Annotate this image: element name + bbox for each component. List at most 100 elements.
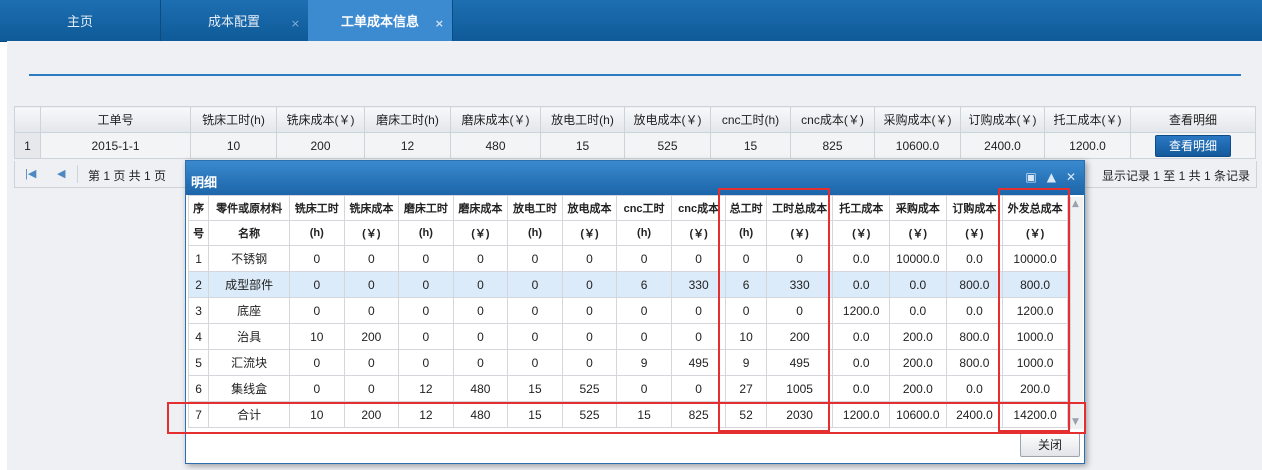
- detail-header-row: 序零件或原材料 铣床工时 铣床成本 磨床工时 磨床成本 放电工时 放电成本 cnc工时 cnc成…: [188, 195, 1068, 221]
- detail-cell: 0: [670, 375, 727, 402]
- detail-cell: 0: [452, 271, 509, 298]
- detail-row[interactable]: 2 成型部件 0 0 0 0 0 0 6 330 6 330 0.0 0.0 800.0 800.0: [188, 271, 1068, 298]
- column-header[interactable]: 查看明细: [1130, 106, 1256, 133]
- column-header-index: [14, 106, 41, 133]
- detail-cell: 825: [670, 401, 727, 428]
- table-cell: 12: [364, 132, 451, 159]
- detail-cell: 1: [188, 245, 210, 272]
- detail-cell: 495: [765, 349, 834, 376]
- detail-cell: 0.0: [832, 323, 891, 350]
- detail-cell: 0: [616, 375, 672, 402]
- detail-cell: 集线盒: [208, 375, 291, 402]
- detail-row[interactable]: 4 治具 10 200 0 0 0 0 0 0 10 200 0.0 200.0 800.0 1000.0: [188, 323, 1068, 350]
- detail-cell: 6: [188, 375, 210, 402]
- column-header[interactable]: 托工成本(￥): [1044, 106, 1131, 133]
- detail-column-header: 订购成本: [945, 195, 1004, 221]
- detail-cell: 0: [765, 245, 834, 272]
- tab-work-order-cost[interactable]: 工单成本信息 ×: [308, 0, 453, 41]
- detail-cell: 1000.0: [1002, 349, 1068, 376]
- maximize-icon[interactable]: ▣: [1025, 170, 1036, 184]
- detail-cell: 0: [289, 349, 345, 376]
- view-details-button[interactable]: 查看明细: [1155, 134, 1231, 157]
- scroll-up-icon[interactable]: ▲: [1072, 199, 1079, 209]
- detail-cell: 0: [343, 349, 400, 376]
- detail-cell: 1200.0: [832, 297, 891, 324]
- detail-cell: 0: [289, 375, 345, 402]
- tab-cost-config[interactable]: 成本配置 ×: [160, 0, 309, 41]
- detail-column-unit: (￥): [561, 220, 618, 246]
- tab-cost-config-label: 成本配置: [207, 15, 260, 30]
- table-row[interactable]: 1 2015-1-1 10 200 12 480 15 525 15 825 10600.0 240…: [14, 132, 1256, 159]
- detail-cell: 0: [507, 297, 563, 324]
- column-header[interactable]: 铣床成本(￥): [276, 106, 365, 133]
- table-cell: 查看明细: [1130, 132, 1256, 159]
- detail-cell: 0: [452, 323, 509, 350]
- detail-cell: 0: [670, 297, 727, 324]
- detail-row[interactable]: 5 汇流块 0 0 0 0 0 0 9 495 9 495 0.0 200.0 800.0 1000.0: [188, 349, 1068, 376]
- table-cell: 15: [710, 132, 791, 159]
- detail-column-header: 放电工时: [507, 195, 563, 221]
- close-icon[interactable]: ✕: [1066, 170, 1076, 184]
- tab-work-order-cost-label: 工单成本信息: [340, 15, 419, 30]
- column-header[interactable]: 放电工时(h): [540, 106, 625, 133]
- detail-column-header: 磨床成本: [452, 195, 509, 221]
- detail-cell: 1200.0: [832, 401, 891, 428]
- detail-column-header: 序: [188, 195, 210, 221]
- detail-cell: 0: [343, 375, 400, 402]
- tab-home-label: 主页: [66, 15, 93, 30]
- column-header[interactable]: 放电成本(￥): [624, 106, 711, 133]
- column-header[interactable]: 采购成本(￥): [874, 106, 961, 133]
- detail-cell: 0: [616, 245, 672, 272]
- detail-column-unit: (h): [725, 220, 767, 246]
- detail-cell: 0: [670, 323, 727, 350]
- detail-cell: 330: [670, 271, 727, 298]
- prev-page-icon[interactable]: ◀: [57, 167, 65, 180]
- column-header[interactable]: 工单号: [40, 106, 191, 133]
- detail-cell: 10: [725, 323, 767, 350]
- column-header[interactable]: 铣床工时(h): [190, 106, 277, 133]
- scroll-down-icon[interactable]: ▼: [1072, 417, 1079, 427]
- detail-column-unit: (￥): [945, 220, 1004, 246]
- detail-cell: 0: [289, 271, 345, 298]
- column-header[interactable]: cnc成本(￥): [790, 106, 875, 133]
- column-header[interactable]: 磨床工时(h): [364, 106, 451, 133]
- detail-column-unit: (h): [289, 220, 345, 246]
- detail-cell: 3: [188, 297, 210, 324]
- dialog-controls: ▣ ▲ ✕: [1015, 170, 1076, 184]
- close-button[interactable]: 关闭: [1020, 433, 1080, 457]
- detail-column-unit: (￥): [889, 220, 947, 246]
- detail-cell: 0.0: [889, 271, 947, 298]
- column-header[interactable]: 磨床成本(￥): [450, 106, 541, 133]
- scrollbar[interactable]: ▲ ▼: [1070, 197, 1083, 429]
- detail-cell: 6: [616, 271, 672, 298]
- detail-row[interactable]: 6 集线盒 0 0 12 480 15 525 0 0 27 1005 0.0 200.0 0.0 200.0: [188, 375, 1068, 402]
- table-cell: 2400.0: [960, 132, 1045, 159]
- column-header[interactable]: 订购成本(￥): [960, 106, 1045, 133]
- collapse-icon[interactable]: ▲: [1047, 170, 1056, 184]
- first-page-icon[interactable]: |◀: [25, 167, 36, 180]
- detail-row[interactable]: 3 底座 0 0 0 0 0 0 0 0 0 0 1200.0 0.0 0.0 1200.0: [188, 297, 1068, 324]
- detail-cell: 0: [343, 245, 400, 272]
- detail-cell: 底座: [208, 297, 291, 324]
- tab-home[interactable]: 主页: [0, 0, 161, 41]
- detail-column-header: cnc工时: [616, 195, 672, 221]
- detail-cell: 0: [561, 245, 618, 272]
- detail-cell: 0: [343, 297, 400, 324]
- detail-cell: 治具: [208, 323, 291, 350]
- detail-column-header: 工时总成本: [765, 195, 834, 221]
- detail-cell: 15: [507, 375, 563, 402]
- column-header[interactable]: cnc工时(h): [710, 106, 791, 133]
- detail-cell: 6: [725, 271, 767, 298]
- detail-cell: 10: [289, 401, 345, 428]
- detail-cell: 9: [616, 349, 672, 376]
- detail-cell: 0: [452, 245, 509, 272]
- detail-row[interactable]: 1 不锈钢 0 0 0 0 0 0 0 0 0 0 0.0 10000.0 0.0 10000.0: [188, 245, 1068, 272]
- detail-column-header: 外发总成本: [1002, 195, 1068, 221]
- record-info: 显示记录 1 至 1 共 1 条记录: [1101, 169, 1250, 183]
- detail-cell: 0.0: [832, 245, 891, 272]
- detail-cell: 0: [398, 349, 454, 376]
- total-row[interactable]: 7 合计 10 200 12 480 15 525 15 825 52 2030 1200.0 10600…: [188, 401, 1068, 428]
- detail-cell: 480: [452, 375, 509, 402]
- dialog-title: 明细: [191, 176, 218, 191]
- detail-cell: 0.0: [832, 375, 891, 402]
